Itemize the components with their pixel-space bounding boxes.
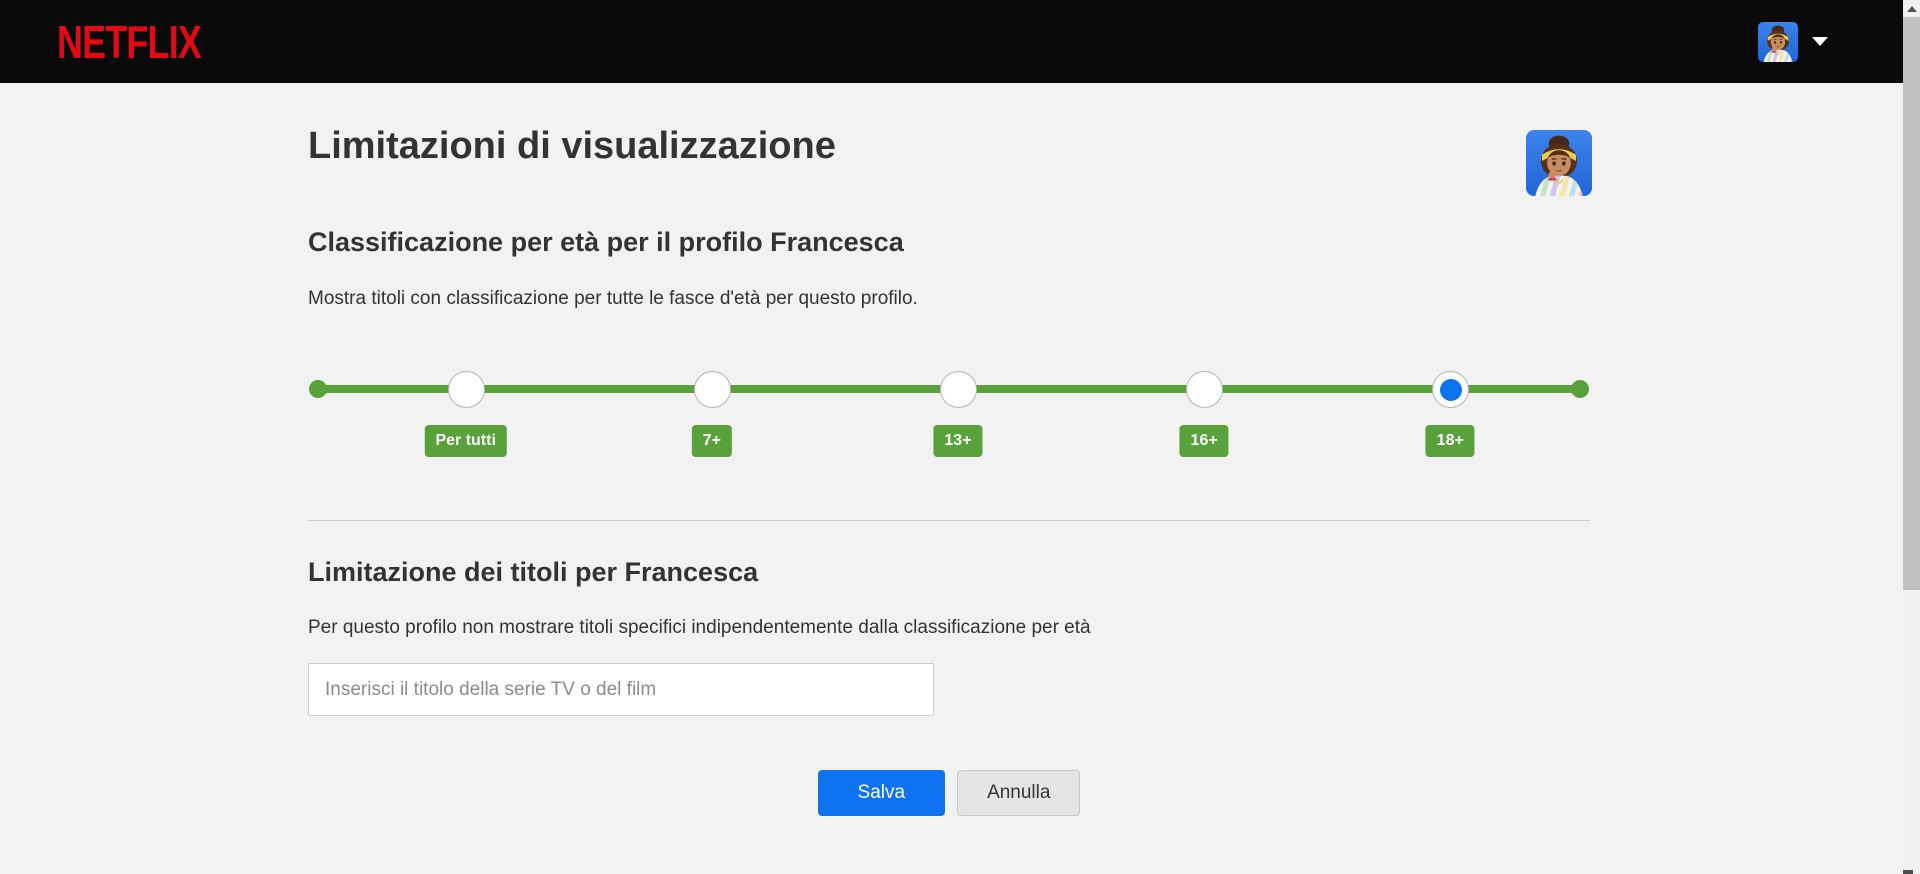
title-search-input[interactable]: [308, 663, 934, 716]
chevron-down-icon[interactable]: [1812, 37, 1828, 46]
slider-stop-13+[interactable]: [940, 371, 977, 408]
action-buttons-row: Salva Annulla: [308, 770, 1590, 816]
rating-badge-13+: 13+: [933, 425, 982, 457]
scrollbar-thumb[interactable]: [1903, 17, 1920, 590]
rating-badge-7+: 7+: [692, 425, 732, 457]
account-menu[interactable]: [1758, 22, 1828, 62]
cancel-button[interactable]: Annulla: [957, 770, 1080, 816]
maturity-section-description: Mostra titoli con classificazione per tu…: [308, 288, 918, 310]
save-button[interactable]: Salva: [818, 770, 946, 816]
slider-dot: [1194, 379, 1216, 401]
rating-badge-18+: 18+: [1426, 425, 1475, 457]
viewing-restrictions-page: Limitazioni di visualizzazione Classific…: [308, 83, 1590, 874]
profile-avatar-icon[interactable]: [1758, 22, 1798, 62]
scrollbar-bottom-notch: [1903, 870, 1913, 874]
slider-rail-end-dot: [1571, 380, 1589, 398]
maturity-section-heading: Classificazione per età per il profilo F…: [308, 227, 904, 258]
scroll-up-arrow-icon: [1907, 6, 1917, 12]
slider-stop-per-tutti[interactable]: [448, 371, 485, 408]
slider-selected-dot: [1440, 379, 1462, 401]
rating-badge-16+: 16+: [1180, 425, 1229, 457]
slider-stop-16+[interactable]: [1186, 371, 1223, 408]
profile-avatar-image: [1526, 130, 1592, 196]
slider-rail-start-dot: [309, 380, 327, 398]
slider-dot: [455, 379, 477, 401]
title-restrictions-heading: Limitazione dei titoli per Francesca: [308, 557, 758, 588]
rating-badge-per-tutti: Per tutti: [424, 425, 506, 457]
section-divider: [308, 520, 1590, 521]
page-title: Limitazioni di visualizzazione: [308, 125, 836, 168]
title-restrictions-description: Per questo profilo non mostrare titoli s…: [308, 617, 1091, 639]
slider-stop-18+[interactable]: [1432, 371, 1469, 408]
vertical-scrollbar[interactable]: [1903, 0, 1920, 874]
scrollbar-up-button[interactable]: [1903, 0, 1920, 17]
slider-dot: [701, 379, 723, 401]
maturity-slider: Per tutti 7+ 13+ 16+ 18+: [308, 353, 1590, 488]
top-nav-bar: NETFLIX: [0, 0, 1903, 83]
netflix-logo[interactable]: NETFLIX: [57, 15, 201, 69]
slider-dot: [947, 379, 969, 401]
slider-stop-7+[interactable]: [694, 371, 731, 408]
